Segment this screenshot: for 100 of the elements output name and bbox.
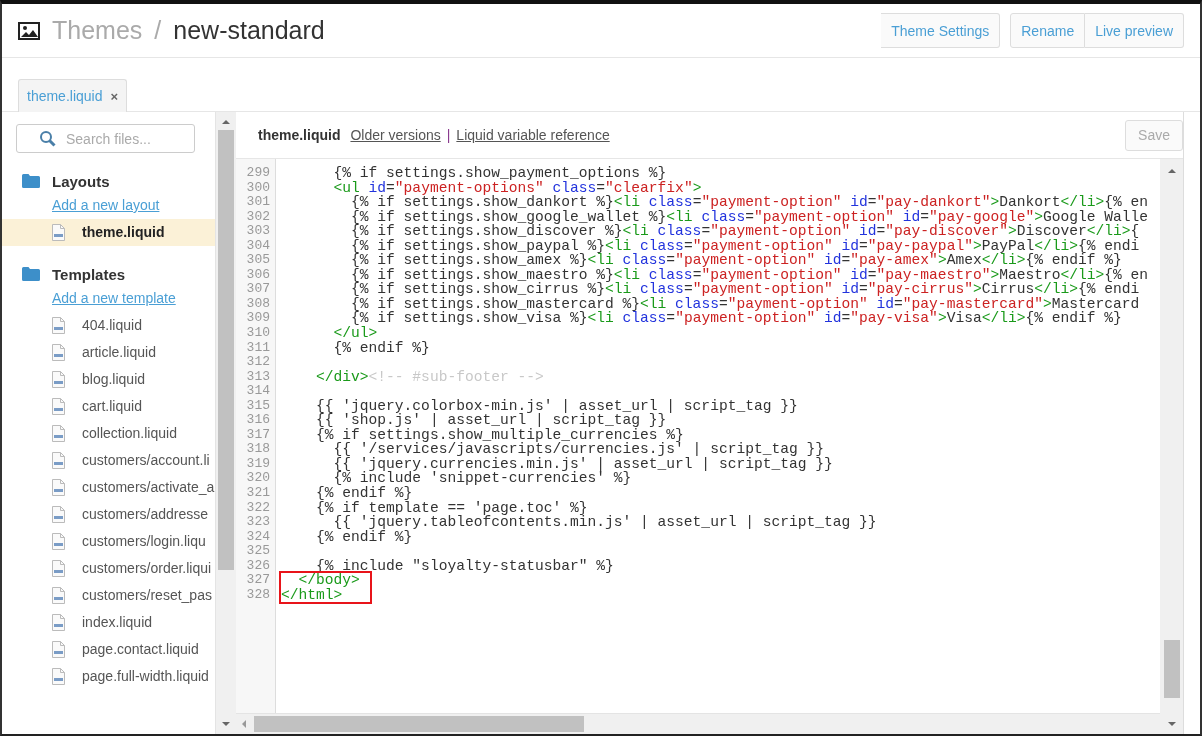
arrow-up-icon[interactable] [1167,169,1176,173]
file-item[interactable]: cart.liquid [2,393,215,420]
file-tab[interactable]: theme.liquid × [18,79,128,112]
breadcrumb-separator: / [154,16,162,45]
file-item[interactable]: customers/reset_pas [2,582,215,609]
file-icon [52,641,65,658]
file-item[interactable]: article.liquid [2,339,215,366]
code-line: {% include 'snippet-currencies' %} [333,471,632,487]
line-number: 308 [245,296,271,312]
line-number: 303 [245,224,271,239]
file-item[interactable]: page.full-width.liquid [2,663,215,690]
folder-icon [22,267,40,281]
line-number: 324 [245,529,271,545]
file-item[interactable]: 404.liquid [2,312,215,339]
file-item[interactable]: customers/addresse [2,501,215,528]
close-icon[interactable]: × [110,88,119,104]
code-line: {% endif %} [332,340,430,356]
line-number: 318 [245,442,271,457]
scrollbar-thumb[interactable] [1163,640,1180,698]
file-icon [52,587,65,604]
code-line: {% if template == 'page.toc' %} [315,500,588,516]
file-icon [52,224,65,241]
code-line: {% if settings.show_paypal %}<li class="payment-option" id="pay-paypal">PayPal</li>{% endi [350,238,1140,254]
line-number: 310 [245,326,271,341]
arrow-down-icon[interactable] [1167,722,1176,726]
file-item[interactable]: theme.liquid [2,219,215,246]
code-line: {% if settings.show_dankort %}<li class="payment-option" id="pay-dankort">Dankort</li>{% en [350,195,1149,210]
line-number: 315 [245,398,271,414]
line-number: 302 [245,209,271,225]
header-link[interactable]: Older versions [350,127,441,143]
scrollbar[interactable] [1160,159,1183,734]
line-number: 301 [245,195,271,210]
line-number: 321 [245,486,271,501]
code-line: <ul id="payment-options" class="clearfix"> [332,180,702,196]
arrow-left-icon[interactable] [242,720,246,728]
line-number: 305 [245,253,271,268]
file-icon [52,560,65,577]
scrollbar[interactable] [215,112,236,734]
scrollbar-thumb[interactable] [218,130,234,570]
line-number: 299 [245,166,271,181]
line-number: 320 [245,471,271,487]
page-title: new-standard [173,16,325,45]
code-line: {{ 'shop.js' | asset_url | script_tag }} [315,413,667,428]
image-icon [18,21,40,40]
line-number: 307 [245,282,271,297]
search-icon [39,130,56,147]
line-number: 323 [245,515,271,530]
file-item[interactable]: index.liquid [2,609,215,636]
header-link[interactable]: Liquid variable reference [456,127,610,143]
section-title: Templates [52,265,126,283]
line-number: 328 [245,587,271,603]
file-icon [52,479,65,496]
arrow-up-icon[interactable] [222,120,230,124]
code-line: {{ 'jquery.currencies.min.js' | asset_url | script_tag }} [332,456,833,472]
line-number: 319 [245,456,271,472]
file-item[interactable]: collection.liquid [2,420,215,447]
code-line: </ul> [332,326,378,341]
line-number: 309 [245,311,271,326]
file-icon [52,668,65,685]
code-line: {{ 'jquery.colorbox-min.js' | asset_url | script_tag }} [315,398,798,414]
search-input[interactable]: Search files... [66,130,176,147]
file-icon [52,452,65,469]
code-line: {% if settings.show_cirrus %}<li class="payment-option" id="pay-cirrus">Cirrus</li>{% endi [350,282,1140,297]
line-number: 300 [245,180,271,196]
link-separator: | [446,127,451,143]
code-line: {{ 'jquery.tableofcontents.min.js' | asset_url | script_tag }} [333,515,877,530]
file-icon [52,371,65,388]
file-item[interactable]: page.contact.liquid [2,636,215,663]
section-title: Layouts [52,172,110,190]
file-item[interactable]: blog.liquid [2,366,215,393]
file-icon [52,533,65,550]
file-item[interactable]: customers/activate_a [2,474,215,501]
line-number: 326 [245,558,271,574]
code-line: {% if settings.show_payment_options %} [332,166,667,181]
line-number: 304 [245,238,271,254]
folder-icon [22,174,40,188]
code-line: {% if settings.show_amex %}<li class="payment-option" id="pay-amex">Amex</li>{% endif %} [350,253,1122,268]
file-item[interactable]: customers/order.liqui [2,555,215,582]
line-number: 311 [245,340,271,356]
file-item[interactable]: customers/account.li [2,447,215,474]
line-number: 316 [245,413,271,428]
file-icon [52,425,65,442]
line-number: 317 [245,427,271,443]
arrow-down-icon[interactable] [222,722,230,726]
code-line: {% endif %} [315,486,413,501]
code-line: {% if settings.show_visa %}<li class="payment-option" id="pay-visa">Visa</li>{% endif %} [351,311,1122,326]
line-number: 322 [245,500,271,516]
code-line: {% endif %} [315,529,413,545]
line-number: 325 [245,544,271,559]
code-line: </html> [281,587,343,603]
code-line: {% if settings.show_google_wallet %}<li class="payment-option" id="pay-google">Google Walle [350,209,1149,225]
file-icon [52,614,65,631]
code-line: </body> [298,573,360,588]
code-line: {% if settings.show_mastercard %}<li class="payment-option" id="pay-mastercard">Mastercard [350,296,1140,312]
code-line: {% if settings.show_multiple_currencies %} [315,427,684,443]
code-line: {{ '/services/javascripts/currencies.js' | script_tag }} [333,442,824,457]
search-field[interactable]: Search files... [16,124,195,153]
scrollbar-thumb[interactable] [254,716,584,732]
file-item[interactable]: customers/login.liqu [2,528,215,555]
file-name: theme.liquid [258,127,341,143]
